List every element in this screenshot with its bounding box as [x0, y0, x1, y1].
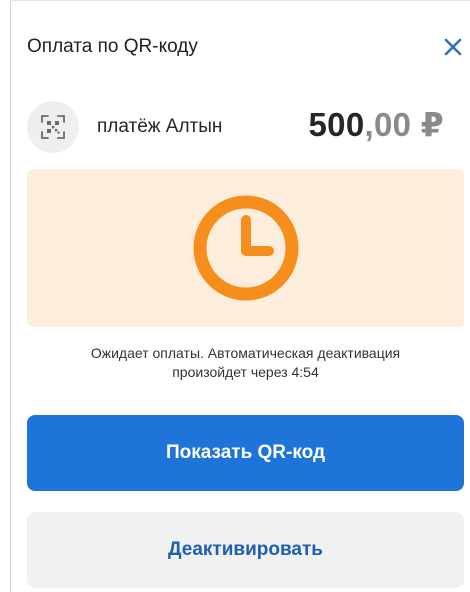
- qr-payment-dialog: Оплата по QR-коду платёж Алтын 500,00 ₽ …: [10, 0, 470, 592]
- status-banner: [27, 169, 464, 327]
- show-qr-button[interactable]: Показать QR-код: [27, 415, 464, 491]
- amount-integer: 500: [308, 106, 365, 143]
- payment-amount: 500,00 ₽: [309, 105, 444, 144]
- amount-fraction: ,00: [364, 106, 412, 143]
- deactivate-button[interactable]: Деактивировать: [27, 512, 464, 588]
- status-line-2: произойдет через 4:54: [172, 364, 319, 380]
- dialog-title: Оплата по QR-коду: [27, 36, 198, 57]
- clock-icon: [193, 195, 298, 301]
- qr-scan-icon: [27, 101, 79, 153]
- payment-summary: платёж Алтын 500,00 ₽: [27, 101, 460, 153]
- status-message: Ожидает оплаты. Автоматическая деактивац…: [27, 344, 464, 382]
- status-line-1: Ожидает оплаты. Автоматическая деактивац…: [90, 345, 401, 361]
- currency-symbol: ₽: [420, 106, 444, 143]
- merchant-name: платёж Алтын: [97, 116, 223, 137]
- close-icon[interactable]: [440, 34, 466, 60]
